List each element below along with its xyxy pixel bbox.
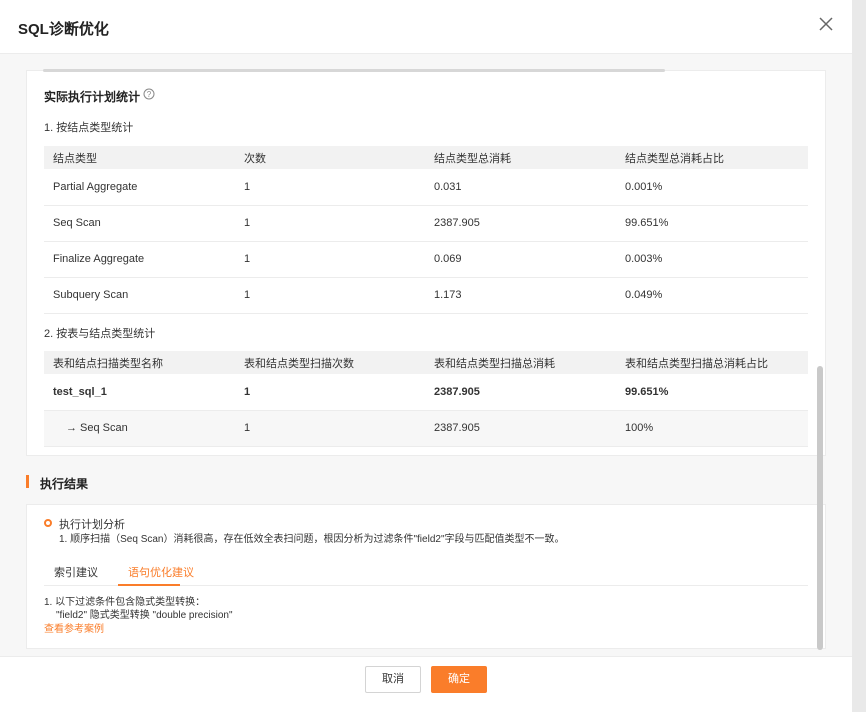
table-cell: 2387.905 [425,205,616,242]
table-row: Subquery Scan 1 1.173 0.049% [44,277,808,314]
column-header: 结点类型 [44,146,235,169]
section-title: 实际执行计划统计 [44,90,141,104]
horizontal-scrollbar[interactable] [43,69,665,72]
table-cell: Subquery Scan [44,277,235,314]
column-header: 结点类型总消耗占比 [616,146,808,169]
table-row[interactable]: test_sql_1 1 2387.905 99.651% [44,374,808,411]
column-header: 表和结点类型扫描总消耗占比 [616,351,808,374]
status-dot-icon [44,519,52,527]
table-cell: 1 [235,374,425,411]
table-row: → Seq Scan 1 2387.905 100% [44,410,808,447]
table-cell: 1.173 [425,277,616,314]
table-cell: 2387.905 [425,374,616,411]
column-header: 表和结点类型扫描次数 [235,351,425,374]
table-cell: Partial Aggregate [44,169,235,206]
table-cell: 1 [235,205,425,242]
table-cell: 0.049% [616,277,808,314]
column-header: 次数 [235,146,425,169]
help-icon[interactable]: ? [143,88,155,100]
table-cell: test_sql_1 [44,374,235,411]
table-cell: 0.031 [425,169,616,206]
suggestion-detail: "field2" 隐式类型转换 "double precision" [56,610,233,621]
table-row: Seq Scan 1 2387.905 99.651% [44,205,808,242]
column-header: 表和结点扫描类型名称 [44,351,235,374]
execution-result-panel: 执行计划分析 1. 顺序扫描（Seq Scan）消耗很高，存在低效全表扫问题，根… [26,504,826,649]
node-type-stats-table: 结点类型 次数 结点类型总消耗 结点类型总消耗占比 Partial Aggreg… [44,146,808,314]
close-icon[interactable] [816,14,836,34]
table-cell: 2387.905 [425,410,616,447]
table-cell: 99.651% [616,374,808,411]
table-row: Partial Aggregate 1 0.031 0.001% [44,169,808,206]
sql-diagnosis-dialog: SQL诊断优化 实际执行计划统计 ? 1. 按结点类型统计 结点类型 次数 结点… [0,0,852,712]
table-cell: 0.069 [425,241,616,278]
suggestion-tabs: 索引建议 语句优化建议 [44,558,808,586]
table-cell: 1 [235,241,425,278]
table-row: Finalize Aggregate 1 0.069 0.003% [44,241,808,278]
svg-text:?: ? [147,90,152,99]
table-node-type-stats-table: 表和结点扫描类型名称 表和结点类型扫描次数 表和结点类型扫描总消耗 表和结点类型… [44,351,808,447]
dialog-header: SQL诊断优化 [0,0,852,54]
table-cell: 100% [616,410,808,447]
table-cell: Seq Scan [44,205,235,242]
table-header-row: 结点类型 次数 结点类型总消耗 结点类型总消耗占比 [44,146,808,169]
cancel-button[interactable]: 取消 [365,666,421,693]
table-cell: 0.001% [616,169,808,206]
active-tab-indicator [118,584,180,586]
table-node-type-stats-label: 2. 按表与结点类型统计 [44,328,156,340]
table-cell: 99.651% [616,205,808,242]
table-cell: Finalize Aggregate [44,241,235,278]
backdrop [852,0,866,712]
table-header-row: 表和结点扫描类型名称 表和结点类型扫描次数 表和结点类型扫描总消耗 表和结点类型… [44,351,808,374]
section-accent-bar [26,475,29,488]
node-type-stats-label: 1. 按结点类型统计 [44,122,134,134]
table-cell: 1 [235,410,425,447]
reference-case-link[interactable]: 查看参考案例 [44,620,104,635]
table-cell: 1 [235,277,425,314]
execution-plan-stats-panel: 实际执行计划统计 ? 1. 按结点类型统计 结点类型 次数 结点类型总消耗 结点… [26,69,826,456]
analysis-text: 1. 顺序扫描（Seq Scan）消耗很高，存在低效全表扫问题，根因分析为过滤条… [59,534,565,545]
dialog-title: SQL诊断优化 [18,21,109,38]
dialog-footer: 取消 确定 [0,656,852,712]
result-title: 执行结果 [40,477,89,491]
confirm-button[interactable]: 确定 [431,666,487,693]
vertical-scrollbar[interactable] [817,366,823,650]
column-header: 表和结点类型扫描总消耗 [425,351,616,374]
table-cell: 0.003% [616,241,808,278]
table-cell: 1 [235,169,425,206]
tab-statement-optimization[interactable]: 语句优化建议 [128,564,194,580]
column-header: 结点类型总消耗 [425,146,616,169]
tab-index-suggestion[interactable]: 索引建议 [54,564,98,580]
dialog-body: 实际执行计划统计 ? 1. 按结点类型统计 结点类型 次数 结点类型总消耗 结点… [0,54,852,656]
table-cell: → Seq Scan [44,410,235,447]
